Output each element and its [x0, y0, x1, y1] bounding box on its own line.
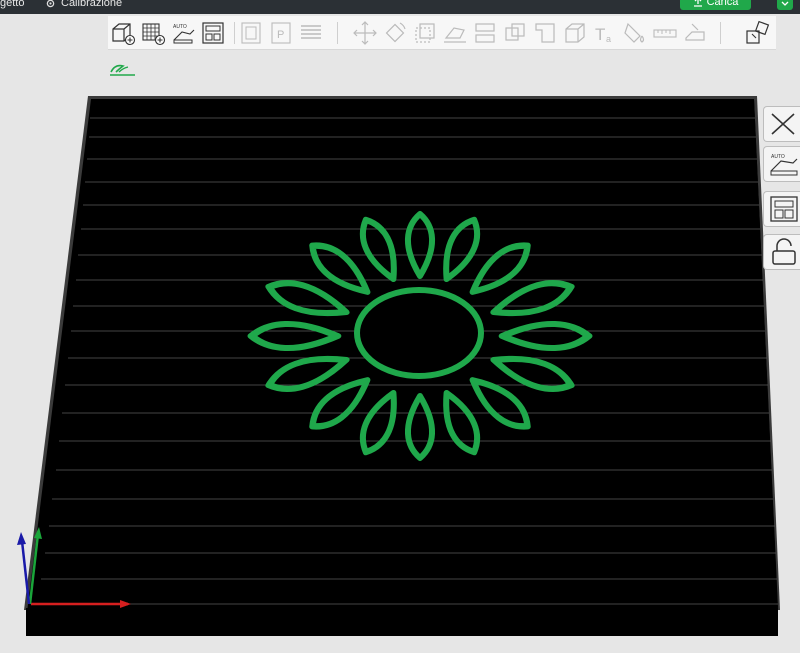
- add-cube-icon: [112, 23, 136, 46]
- clear-plate-button[interactable]: [763, 106, 800, 142]
- load-button-label: Carica: [706, 0, 739, 8]
- svg-text:a: a: [606, 34, 611, 44]
- split-parts-button[interactable]: [502, 20, 528, 46]
- add-plate-icon: [142, 23, 166, 46]
- add-plate-button[interactable]: [140, 20, 166, 46]
- object-list-icon: [241, 22, 261, 44]
- main-toolbar: AUTO P T a: [108, 16, 776, 50]
- flower-center: [354, 287, 484, 379]
- assembly-button[interactable]: [744, 20, 770, 46]
- scale-icon: [415, 23, 435, 43]
- title-bar: getto Calibrazione Carica: [0, 0, 800, 14]
- svg-text:T: T: [595, 25, 605, 44]
- menu-calibration-label: Calibrazione: [61, 0, 123, 9]
- upload-icon: [693, 0, 702, 7]
- load-button[interactable]: Carica: [680, 0, 751, 10]
- split-objects-icon: [475, 23, 495, 43]
- arrange-plate-button[interactable]: [763, 191, 800, 227]
- build-plate-scene: [17, 96, 780, 636]
- plate-list-button[interactable]: P: [268, 20, 294, 46]
- arrange-plate-icon: [770, 196, 798, 222]
- layers-button[interactable]: [298, 20, 324, 46]
- plate-edit-icon[interactable]: [109, 62, 137, 76]
- arrange-button[interactable]: [200, 20, 226, 46]
- move-icon: [353, 21, 377, 45]
- lock-icon: [772, 238, 796, 265]
- move-button[interactable]: [352, 20, 378, 46]
- menu-project[interactable]: getto: [0, 0, 24, 9]
- seam-button[interactable]: [682, 20, 708, 46]
- measure-button[interactable]: [652, 20, 678, 46]
- paint-button[interactable]: [622, 20, 648, 46]
- lay-on-face-icon: [444, 27, 466, 43]
- auto-orient-button[interactable]: AUTO: [170, 20, 196, 46]
- lock-plate-button[interactable]: [763, 234, 800, 270]
- svg-text:AUTO: AUTO: [173, 24, 187, 30]
- text-button[interactable]: T a: [592, 20, 618, 46]
- calibration-icon: [46, 0, 55, 7]
- auto-orient-icon: AUTO: [173, 24, 195, 44]
- cut-button[interactable]: [532, 20, 558, 46]
- split-parts-icon: [505, 23, 525, 41]
- variable-layer-button[interactable]: [562, 20, 588, 46]
- seam-icon: [685, 23, 705, 41]
- rotate-icon: [385, 22, 406, 43]
- chevron-down-icon: [781, 1, 789, 6]
- cut-icon: [535, 23, 555, 43]
- assembly-icon: [746, 20, 770, 44]
- auto-orient-plate-button[interactable]: AUTO: [763, 146, 800, 182]
- variable-layer-icon: [565, 23, 585, 43]
- rotate-button[interactable]: [382, 20, 408, 46]
- toolbar-separator: [720, 22, 721, 44]
- auto-orient-plate-icon: AUTO: [770, 154, 798, 176]
- svg-text:P: P: [277, 29, 284, 41]
- 3d-viewport[interactable]: AUTO: [0, 90, 800, 648]
- arrange-icon: [202, 22, 224, 44]
- toolbar-separator: [234, 22, 235, 44]
- split-objects-button[interactable]: [472, 20, 498, 46]
- object-list-button[interactable]: [238, 20, 264, 46]
- add-object-button[interactable]: [110, 20, 136, 46]
- menu-calibration[interactable]: Calibrazione: [46, 0, 122, 9]
- lay-on-face-button[interactable]: [442, 20, 468, 46]
- paint-icon: [624, 22, 645, 43]
- plate-list-icon: P: [271, 22, 291, 44]
- text-icon: T a: [595, 25, 611, 44]
- toolbar-separator: [337, 22, 338, 44]
- measure-icon: [653, 29, 677, 38]
- scale-button[interactable]: [412, 20, 438, 46]
- layers-icon: [301, 25, 321, 39]
- load-dropdown-button[interactable]: [777, 0, 793, 10]
- close-icon: [771, 113, 795, 135]
- svg-text:AUTO: AUTO: [771, 154, 785, 160]
